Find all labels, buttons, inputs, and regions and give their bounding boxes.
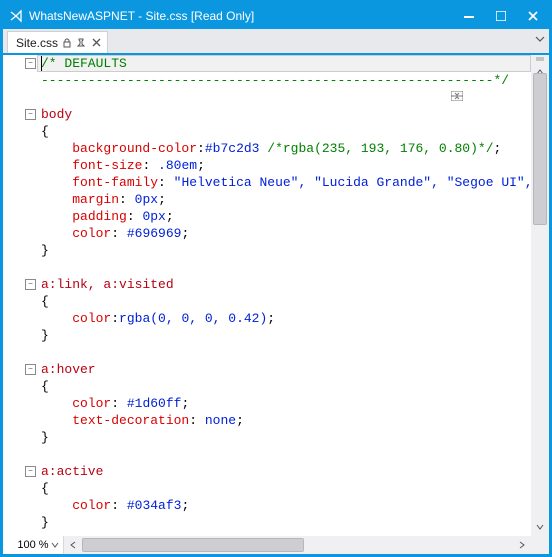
fold-toggle[interactable]: − (25, 279, 36, 290)
code-line[interactable]: text-decoration: none; (37, 412, 531, 429)
minimize-icon (464, 11, 474, 21)
code-line[interactable]: { (37, 123, 531, 140)
scroll-right-button[interactable] (513, 536, 531, 554)
code-line[interactable]: background-color:#b7c2d3 /*rgba(235, 193… (37, 140, 531, 157)
document-tab[interactable]: Site.css (7, 31, 108, 53)
code-viewport[interactable]: /* DEFAULTS-----------------------------… (37, 55, 531, 536)
scroll-track-horizontal[interactable] (82, 536, 513, 554)
code-line[interactable]: /* DEFAULTS (37, 55, 531, 72)
code-line[interactable]: a:hover (37, 361, 531, 378)
vertical-scrollbar[interactable] (531, 55, 549, 536)
tab-label: Site.css (16, 36, 58, 50)
maximize-button[interactable] (485, 3, 517, 29)
zoom-level-dropdown[interactable]: 100 % (3, 536, 64, 554)
code-line[interactable]: } (37, 429, 531, 446)
scroll-down-button[interactable] (531, 518, 549, 536)
code-line[interactable]: } (37, 327, 531, 344)
splitter-handle[interactable] (531, 55, 549, 63)
horizontal-scrollbar: 100 % (3, 536, 531, 554)
fold-gutter: −−−−−− (3, 55, 37, 554)
close-icon (92, 38, 101, 47)
chevron-down-icon (535, 522, 545, 532)
fold-toggle[interactable]: − (25, 466, 36, 477)
code-line[interactable]: a:active (37, 463, 531, 480)
fold-toggle[interactable]: − (25, 109, 36, 120)
chevron-right-icon (517, 540, 527, 550)
window-title: WhatsNewASPNET - Site.css [Read Only] (29, 9, 254, 23)
tab-strip: Site.css (3, 29, 549, 53)
pin-icon[interactable] (76, 38, 86, 48)
chevron-down-icon (51, 541, 59, 549)
zoom-value: 100 % (17, 539, 48, 551)
code-line[interactable]: color: #034af3; (37, 497, 531, 514)
window: WhatsNewASPNET - Site.css [Read Only] Si… (0, 0, 552, 557)
code-line[interactable]: } (37, 514, 531, 531)
tab-close-button[interactable] (92, 38, 101, 47)
fold-toggle[interactable]: − (25, 364, 36, 375)
titlebar[interactable]: WhatsNewASPNET - Site.css [Read Only] (3, 3, 549, 29)
code-line[interactable]: a:link, a:visited (37, 276, 531, 293)
tab-overflow-button[interactable] (533, 32, 547, 46)
scroll-thumb-horizontal[interactable] (82, 538, 304, 552)
scroll-corner (531, 536, 549, 554)
scroll-track[interactable] (531, 73, 549, 518)
code-line[interactable]: padding: 0px; (37, 208, 531, 225)
editor: −−−−−− /* DEFAULTS----------------------… (3, 55, 549, 554)
chevron-left-icon (68, 540, 78, 550)
maximize-icon (496, 11, 506, 21)
code-line[interactable]: color:rgba(0, 0, 0, 0.42); (37, 310, 531, 327)
code-line[interactable]: { (37, 480, 531, 497)
code-line[interactable]: } (37, 242, 531, 259)
fold-toggle[interactable]: − (25, 58, 36, 69)
code-line[interactable]: font-size: .80em; (37, 157, 531, 174)
code-line[interactable]: body (37, 106, 531, 123)
code-line[interactable]: { (37, 378, 531, 395)
scroll-thumb[interactable] (533, 73, 547, 225)
lock-icon (62, 38, 72, 48)
chevron-down-icon (535, 34, 545, 44)
code-line[interactable]: { (37, 293, 531, 310)
code-line[interactable]: font-family: "Helvetica Neue", "Lucida G… (37, 174, 531, 191)
code-line[interactable]: ----------------------------------------… (37, 72, 531, 89)
close-button[interactable] (517, 3, 549, 29)
close-icon (528, 11, 538, 21)
code-line[interactable]: margin: 0px; (37, 191, 531, 208)
code-line[interactable]: color: #1d60ff; (37, 395, 531, 412)
minimize-button[interactable] (453, 3, 485, 29)
code-line[interactable]: color: #696969; (37, 225, 531, 242)
vs-logo-icon (9, 9, 23, 23)
title-controls (453, 3, 549, 29)
scroll-left-button[interactable] (64, 536, 82, 554)
